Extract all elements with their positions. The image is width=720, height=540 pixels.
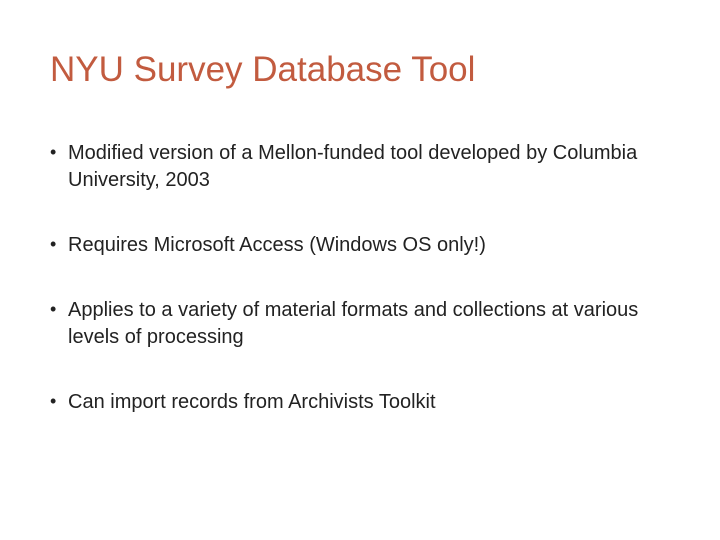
list-item: Requires Microsoft Access (Windows OS on… (50, 232, 670, 259)
slide: NYU Survey Database Tool Modified versio… (0, 0, 720, 540)
list-item: Modified version of a Mellon-funded tool… (50, 140, 670, 194)
slide-title: NYU Survey Database Tool (50, 50, 670, 90)
list-item: Can import records from Archivists Toolk… (50, 389, 670, 416)
bullet-list: Modified version of a Mellon-funded tool… (50, 140, 670, 416)
list-item: Applies to a variety of material formats… (50, 297, 670, 351)
